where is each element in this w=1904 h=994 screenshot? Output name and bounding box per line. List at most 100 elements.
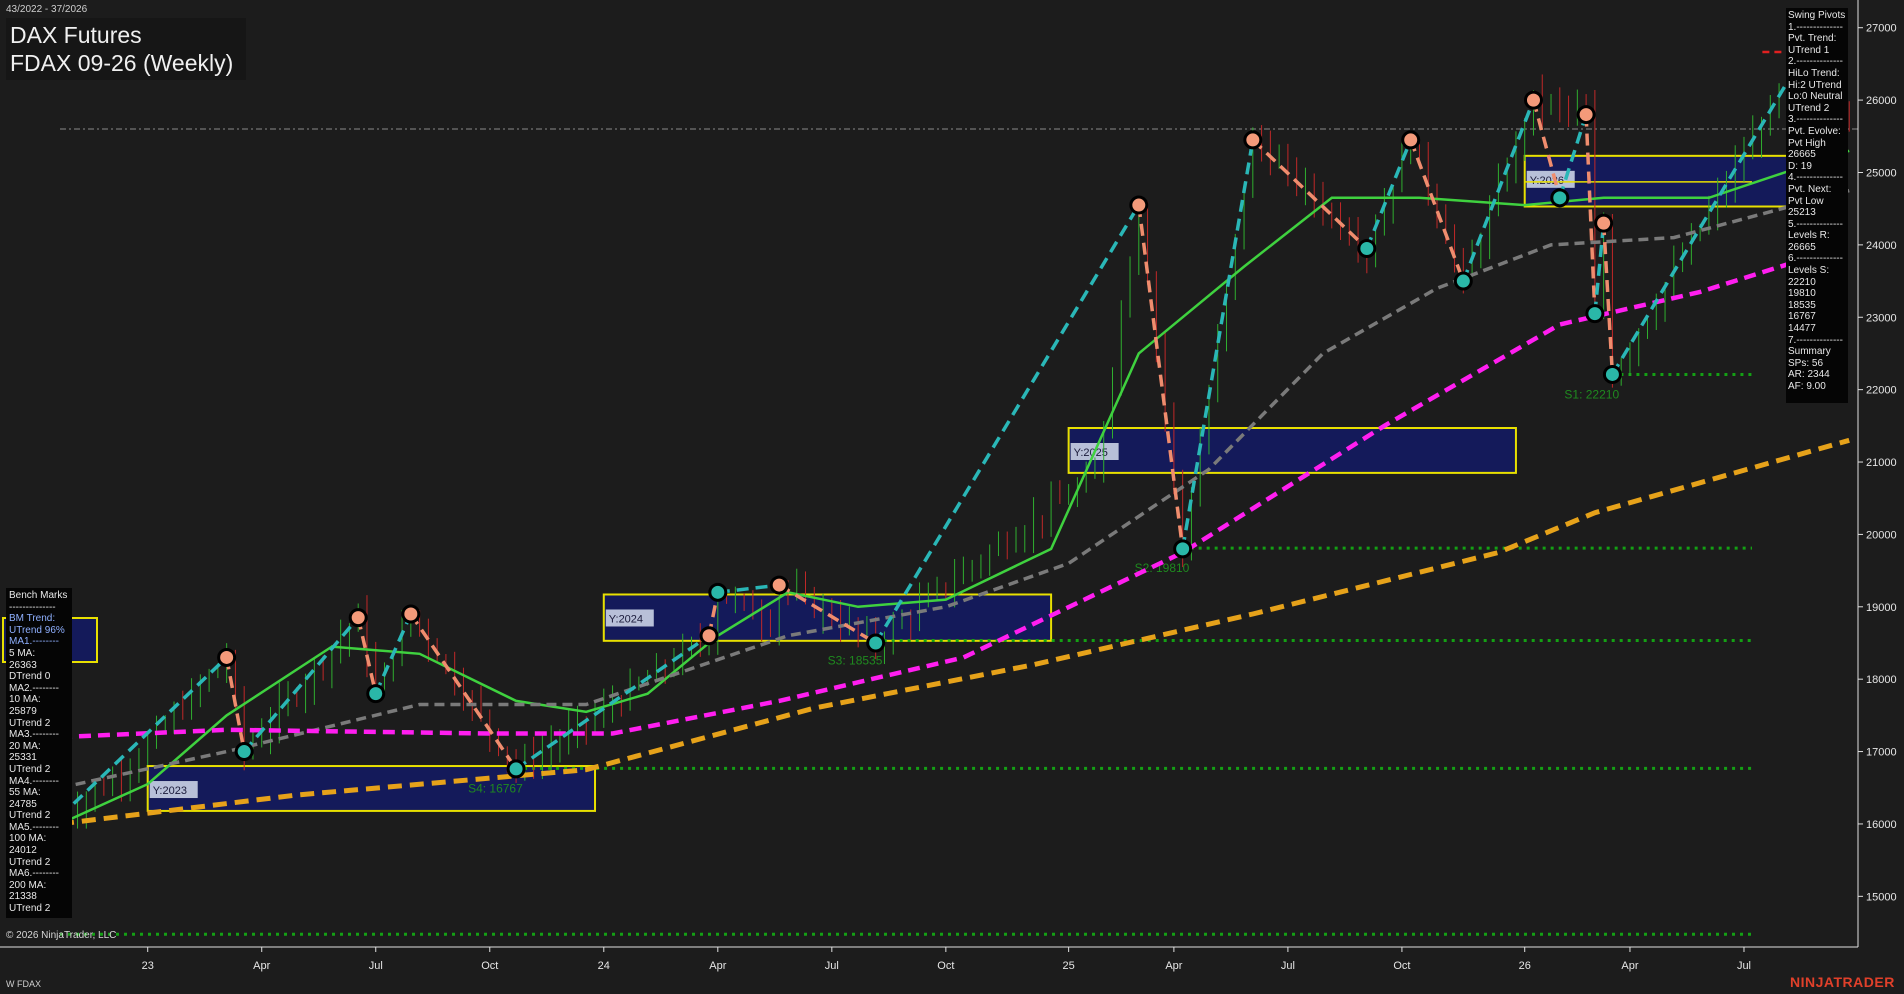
panel-line: AR: 2344: [1788, 369, 1830, 381]
panel-line: UTrend 2: [9, 856, 51, 868]
pivot-low-marker: [234, 742, 254, 762]
panel-line: UTrend 2: [9, 717, 51, 729]
panel-line: 200 MA:: [9, 879, 47, 891]
support-label: S1: 22210: [1564, 387, 1619, 401]
panel-line: 25213: [1788, 207, 1816, 219]
panel-line: 4.--------------: [1788, 172, 1843, 184]
pivot-low-marker: [1550, 188, 1570, 208]
panel-line: BM Trend:: [9, 613, 56, 625]
chart-title: DAX Futures: [10, 22, 142, 48]
swing-pivots-panel: Swing Pivots 1.-------------- Pvt. Trend: U…: [1786, 8, 1848, 403]
pivot-high-marker: [1576, 105, 1596, 125]
panel-line: HiLo Trend:: [1788, 67, 1840, 79]
pivot-high-marker: [217, 647, 237, 667]
panel-line: 5 MA:: [9, 647, 36, 659]
yearly-box-label: Y:2025: [1074, 447, 1108, 459]
panel-line: 24785: [9, 798, 37, 810]
x-tick-label: 26: [1519, 960, 1531, 972]
date-range: 43/2022 - 37/2026: [6, 4, 88, 15]
panel-line: UTrend 2: [9, 810, 51, 822]
chart-background: [0, 0, 1904, 994]
support-label: S4: 16767: [468, 781, 523, 795]
panel-line: 25879: [9, 705, 37, 717]
panel-line: 26363: [9, 659, 37, 671]
y-tick-label: 17000: [1866, 747, 1897, 759]
panel-line: 2.--------------: [1788, 56, 1843, 68]
copyright: © 2026 NinjaTrader, LLC: [6, 930, 117, 941]
y-tick-label: 19000: [1866, 602, 1897, 614]
price-chart[interactable]: Y:2023Y:2024Y:2025Y:2026 S1: 22210S2: 19…: [0, 0, 1904, 994]
pivot-high-marker: [348, 608, 368, 628]
panel-line: 16767: [1788, 311, 1816, 323]
panel-line: MA3.--------: [9, 729, 59, 741]
x-tick-label: Apr: [1165, 960, 1182, 972]
panel-line: 14477: [1788, 323, 1816, 335]
y-tick-label: 27000: [1866, 23, 1897, 35]
pivot-high-marker: [1594, 213, 1614, 233]
panel-line: 3.--------------: [1788, 114, 1843, 126]
pivot-high-marker: [769, 575, 789, 595]
pivot-low-marker: [1453, 271, 1473, 291]
panel-line: 26665: [1788, 241, 1816, 253]
panel-line: MA2.--------: [9, 682, 59, 694]
panel-line: 24012: [9, 845, 37, 857]
panel-line: AF: 9.00: [1788, 381, 1826, 392]
panel-line: Pvt. Trend:: [1788, 33, 1837, 45]
panel-line: D: 19: [1788, 160, 1812, 172]
panel-line: 21338: [9, 891, 37, 903]
pivot-high-marker: [1129, 195, 1149, 215]
x-tick-label: 25: [1063, 960, 1075, 972]
yearly-box-label: Y:2024: [609, 613, 643, 625]
panel-line: 22210: [1788, 276, 1816, 288]
pivot-low-marker: [1173, 539, 1193, 559]
y-tick-label: 16000: [1866, 819, 1897, 831]
pivot-high-marker: [401, 604, 421, 624]
panel-line: 55 MA:: [9, 787, 41, 799]
panel-line: DTrend 0: [9, 671, 51, 683]
panel-line: SPs: 56: [1788, 357, 1824, 369]
y-tick-label: 21000: [1866, 457, 1897, 469]
pivot-high-marker: [1401, 130, 1421, 150]
panel-line: Swing Pivots: [1788, 10, 1846, 21]
panel-line: Hi:2 UTrend: [1788, 79, 1842, 91]
panel-line: Pvt. Next:: [1788, 183, 1832, 195]
panel-line: Bench Marks: [9, 590, 68, 601]
panel-line: Levels S:: [1788, 265, 1830, 277]
panel-line: Lo:0 Neutral: [1788, 91, 1843, 103]
pivot-high-marker: [1523, 90, 1543, 110]
y-tick-label: 18000: [1866, 674, 1897, 686]
panel-line: Pvt High: [1788, 137, 1826, 149]
panel-line: 5.--------------: [1788, 218, 1843, 230]
y-tick-label: 24000: [1866, 240, 1897, 252]
y-tick-label: 22000: [1866, 385, 1897, 397]
bench-marks-panel: Bench Marks -------------- BM Trend: UTrend…: [6, 588, 72, 918]
panel-line: --------------: [9, 601, 56, 613]
panel-line: 1.--------------: [1788, 21, 1843, 33]
panel-line: Summary: [1788, 346, 1831, 358]
brand-logo: NINJATRADER: [1790, 974, 1895, 990]
panel-line: 26665: [1788, 149, 1816, 161]
panel-line: 7.--------------: [1788, 334, 1843, 346]
yearly-box: [1067, 427, 1517, 474]
x-tick-label: 23: [142, 960, 154, 972]
panel-line: 6.--------------: [1788, 253, 1843, 265]
panel-line: UTrend 2: [9, 763, 51, 775]
panel-line: Levels R:: [1788, 230, 1830, 242]
panel-line: 100 MA:: [9, 833, 47, 845]
chart-subtitle: FDAX 09-26 (Weekly): [10, 50, 234, 76]
x-tick-label: Jul: [369, 960, 383, 972]
x-tick-label: Apr: [709, 960, 726, 972]
pivot-high-marker: [1243, 130, 1263, 150]
panel-line: UTrend 2: [9, 903, 51, 915]
panel-line: 19810: [1788, 288, 1816, 300]
x-tick-label: Oct: [481, 960, 498, 972]
panel-line: Pvt. Evolve:: [1788, 125, 1841, 137]
y-tick-label: 25000: [1866, 167, 1897, 179]
panel-line: UTrend 2: [1788, 102, 1830, 114]
pivot-low-marker: [1357, 238, 1377, 258]
support-label: S3: 18535: [828, 653, 883, 667]
x-tick-label: Apr: [253, 960, 270, 972]
pivot-low-marker: [1585, 304, 1605, 324]
x-tick-label: 24: [598, 960, 610, 972]
panel-line: UTrend 1: [1788, 44, 1830, 56]
